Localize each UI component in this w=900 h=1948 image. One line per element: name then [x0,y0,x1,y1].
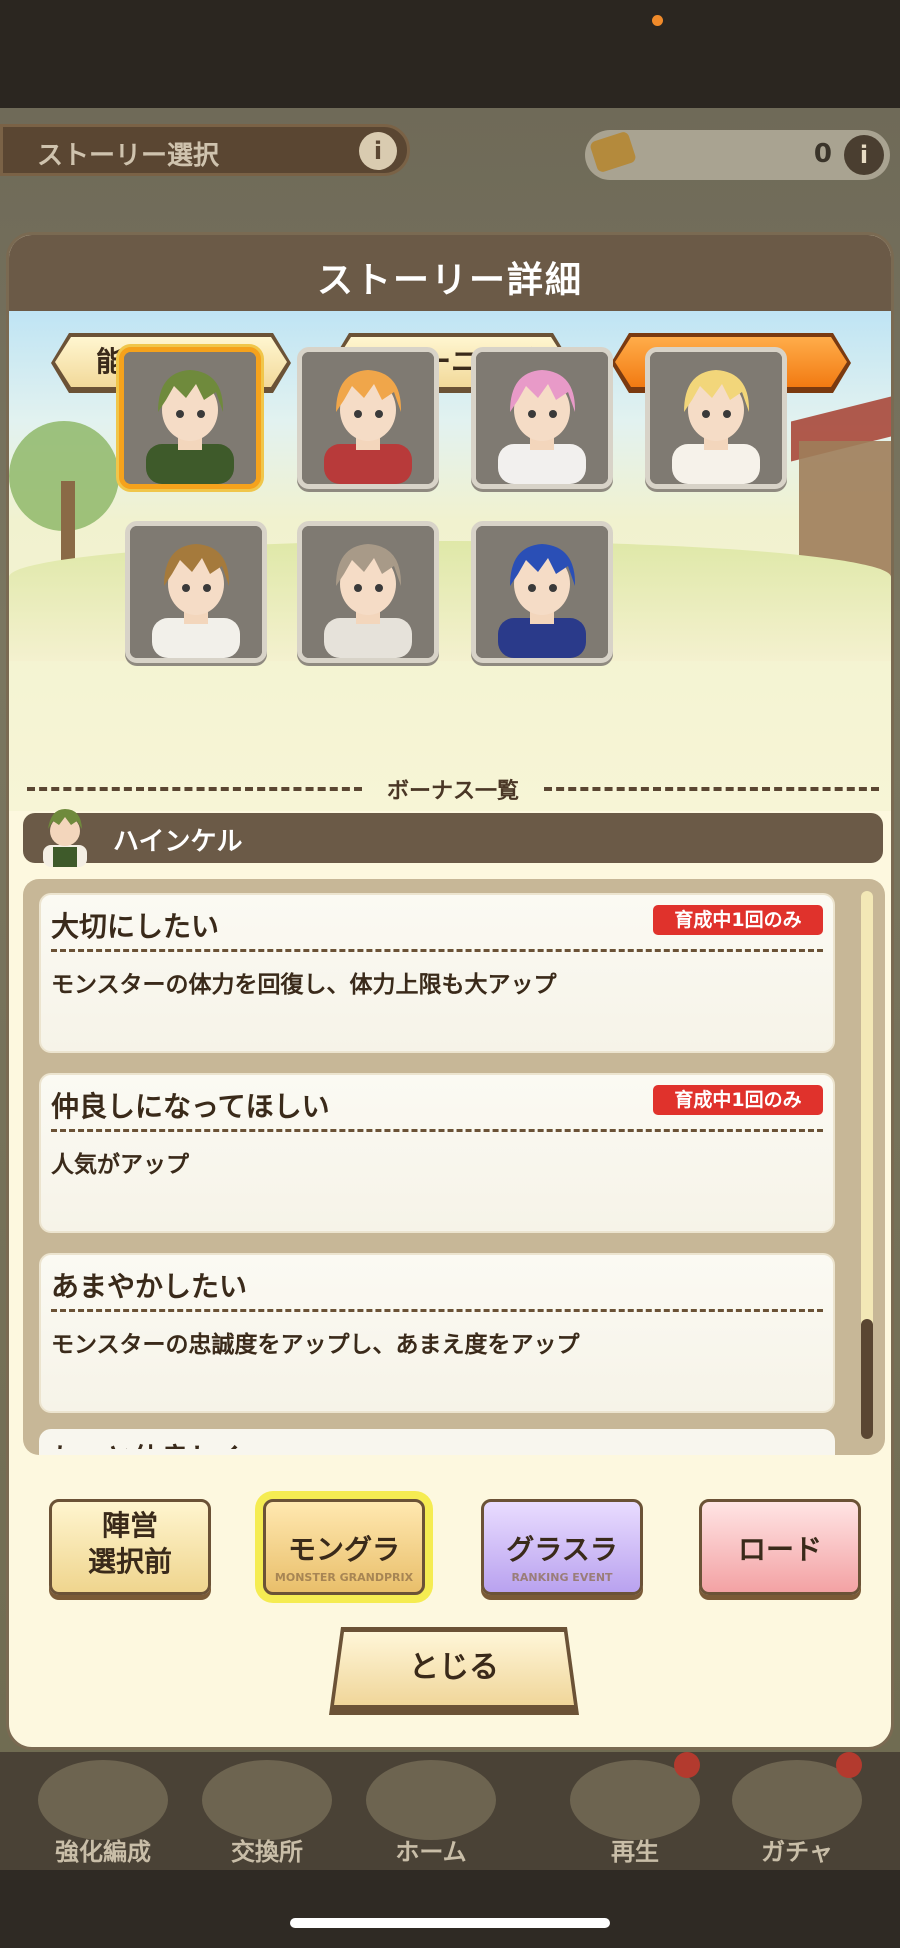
bonus-card: あまやかしたい モンスターの忠誠度をアップし、あまえ度をアップ [39,1253,835,1413]
nav-item-enhance: 強化編成 [28,1752,178,1870]
character-face-icon [302,352,434,484]
close-button[interactable]: とじる [329,1627,579,1715]
divider-line-right [544,787,879,791]
nav-item-replay: 再生 [560,1752,710,1870]
nav-label: ガチャ [761,1838,833,1866]
character-face-icon [650,352,782,484]
nav-item-exchange: 交換所 [192,1752,342,1870]
bonus-scrollbar-thumb[interactable] [861,1319,873,1439]
bonus-card-partial: もっと仲良しく [39,1429,835,1455]
once-per-training-badge: 育成中1回のみ [653,1085,823,1115]
bonus-section-divider: ボーナス一覧 [27,773,879,804]
nav-home-icon [366,1760,496,1840]
bonus-title: あまやかしたい [51,1270,248,1303]
grasura-button[interactable]: グラスラ RANKING EVENT [481,1499,643,1595]
selected-character-bar: ハインケル [23,813,883,863]
load-button[interactable]: ロード [699,1499,861,1595]
background-screen-title: ストーリー選択 [37,141,220,171]
bonus-card: 仲良しになってほしい 育成中1回のみ 人気がアップ [39,1073,835,1233]
ticket-icon [589,130,637,174]
once-per-training-badge: 育成中1回のみ [653,905,823,935]
bonus-divider [51,1309,823,1313]
bonus-card: 大切にしたい 育成中1回のみ モンスターの体力を回復し、体力上限も大アップ [39,893,835,1053]
ticket-info-icon: i [844,135,884,175]
character-portrait[interactable] [125,521,267,663]
bonus-description: モンスターの体力を回復し、体力上限も大アップ [51,972,557,998]
nav-exchange-icon [202,1760,332,1840]
mongra-button-label: モングラ [287,1533,400,1566]
bonus-description: モンスターの忠誠度をアップし、あまえ度をアップ [51,1332,580,1358]
character-portrait[interactable] [645,347,787,489]
bonus-list[interactable]: 大切にしたい 育成中1回のみ モンスターの体力を回復し、体力上限も大アップ 仲良… [23,879,885,1455]
camp-button-label: 陣営 選択前 [52,1508,208,1580]
mongra-logo-text: MONSTER GRANDPRIX [274,1571,414,1584]
dialog-header: ストーリー詳細 [9,235,891,311]
bonus-divider [51,1129,823,1133]
selected-character-avatar [43,809,87,867]
camp-label-line2: 選択前 [87,1545,172,1578]
grasura-logo-text: RANKING EVENT [511,1571,613,1584]
character-portrait[interactable] [297,347,439,489]
character-face-icon [476,526,608,658]
close-button-label: とじる [334,1632,574,1705]
nav-label: ホーム [395,1838,467,1866]
grasura-button-label: グラスラ [506,1533,618,1566]
nav-item-gacha: ガチャ [722,1752,872,1870]
home-indicator[interactable] [290,1918,610,1928]
mongra-button[interactable]: モングラ MONSTER GRANDPRIX [263,1499,425,1595]
character-portrait[interactable] [471,347,613,489]
bonus-description: 人気がアップ [51,1152,189,1178]
nav-enhance-icon [38,1760,168,1840]
bonus-title: 大切にしたい [51,910,220,943]
nav-notification-badge [836,1752,862,1778]
background-bottom-nav: 強化編成 交換所 ホーム 再生 ガチャ [0,1752,900,1870]
nav-label: 再生 [611,1838,659,1866]
character-portrait[interactable] [471,521,613,663]
nav-notification-badge [674,1752,700,1778]
character-face-icon [476,352,608,484]
status-bar [0,0,900,108]
load-button-label: ロード [737,1533,822,1566]
selected-character-name: ハインケル [113,827,243,857]
dialog-title: ストーリー詳細 [316,260,583,301]
character-portrait[interactable] [297,521,439,663]
character-face-icon [302,526,434,658]
background-title-bar: ストーリー選択 i [0,124,410,176]
ticket-count: 0 [813,139,832,169]
bonus-title: 仲良しになってほしい [51,1090,330,1123]
nav-label: 強化編成 [55,1838,151,1866]
character-portrait[interactable] [119,347,261,489]
nav-item-home: ホーム [356,1752,506,1870]
bonus-title-partial: もっと仲良しく [49,1437,245,1449]
camp-label-line1: 陣営 [101,1509,158,1542]
bonus-divider [51,949,823,953]
character-face-icon [124,352,256,484]
camp-unselected-button[interactable]: 陣営 選択前 [49,1499,211,1595]
story-detail-dialog: ストーリー詳細 能力/ようす トレーニング EXトレ ボーナス一覧 ハインケル … [6,232,894,1750]
nav-label: 交換所 [231,1838,303,1866]
background-info-icon: i [359,132,397,170]
character-face-icon [130,526,262,658]
background-ticket-counter: 0 i [585,130,890,180]
recording-indicator-dot [652,15,663,26]
